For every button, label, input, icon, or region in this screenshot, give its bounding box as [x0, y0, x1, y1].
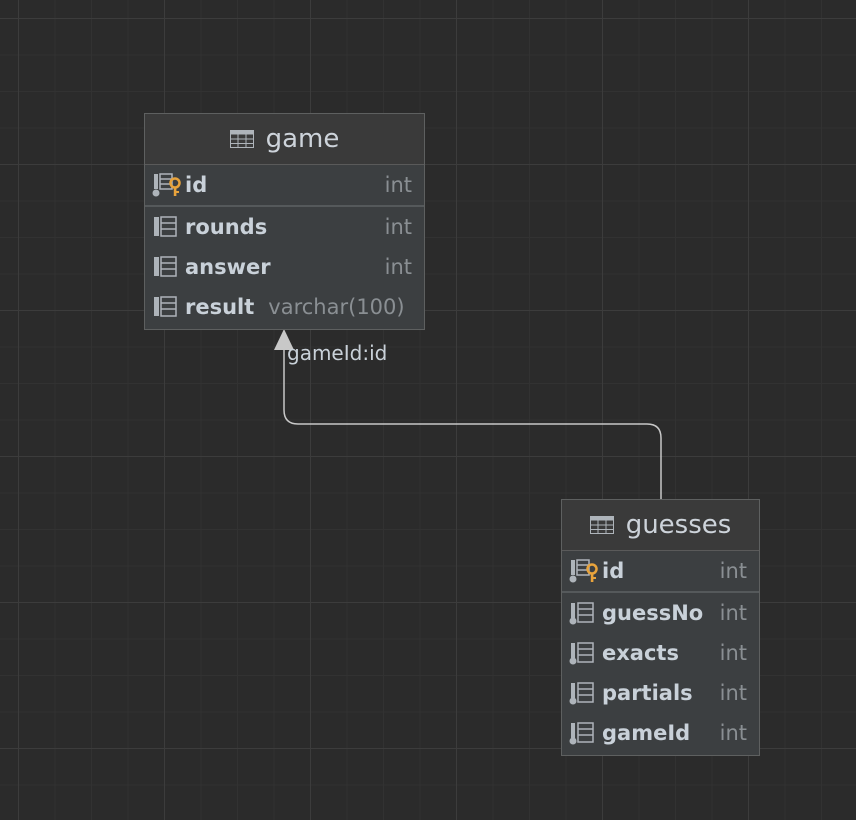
table-icon — [589, 516, 614, 534]
foreign-key-column-icon — [569, 682, 594, 705]
column-name: id — [602, 559, 625, 583]
column-type: int — [719, 721, 747, 745]
column-icon — [154, 256, 177, 277]
column-row[interactable]: gameId int — [562, 713, 759, 753]
entity-game[interactable]: game id int rounds int answer int result… — [144, 113, 425, 330]
entity-title: guesses — [625, 510, 732, 540]
entity-guesses[interactable]: guesses id int guessNo int exacts int pa… — [561, 499, 760, 756]
column-name: gameId — [602, 721, 691, 745]
column-type: int — [384, 215, 412, 239]
column-row[interactable]: answer int — [145, 247, 424, 287]
foreign-key-column-icon — [569, 642, 594, 665]
column-type: varchar(100) — [268, 295, 405, 319]
column-row[interactable]: id int — [562, 551, 759, 591]
column-row[interactable]: result varchar(100) — [145, 287, 424, 327]
table-icon — [229, 130, 254, 148]
column-name: answer — [185, 255, 271, 279]
column-type: int — [384, 173, 412, 197]
column-row[interactable]: partials int — [562, 673, 759, 713]
column-type: int — [719, 681, 747, 705]
column-icon — [154, 296, 177, 317]
relationship-connector[interactable] — [283, 350, 662, 499]
column-name: partials — [602, 681, 693, 705]
foreign-key-column-icon — [569, 602, 594, 625]
column-type: int — [719, 559, 747, 583]
column-name: guessNo — [602, 601, 704, 625]
column-name: rounds — [185, 215, 268, 239]
column-row[interactable]: id int — [145, 165, 424, 205]
primary-key-column-icon — [152, 173, 181, 197]
column-name: exacts — [602, 641, 679, 665]
primary-key-section: id int — [145, 165, 424, 207]
foreign-key-column-icon — [569, 722, 594, 745]
column-type: int — [719, 641, 747, 665]
primary-key-section: id int — [562, 551, 759, 593]
primary-key-column-icon — [569, 559, 598, 583]
column-name: result — [185, 295, 255, 319]
entity-title: game — [265, 124, 340, 154]
entity-header[interactable]: guesses — [562, 500, 759, 551]
column-type: int — [384, 255, 412, 279]
entity-header[interactable]: game — [145, 114, 424, 165]
column-name: id — [185, 173, 208, 197]
column-row[interactable]: rounds int — [145, 207, 424, 247]
column-type: int — [719, 601, 747, 625]
column-row[interactable]: exacts int — [562, 633, 759, 673]
column-row[interactable]: guessNo int — [562, 593, 759, 633]
relationship-label: gameId:id — [287, 341, 388, 365]
column-icon — [154, 216, 177, 237]
